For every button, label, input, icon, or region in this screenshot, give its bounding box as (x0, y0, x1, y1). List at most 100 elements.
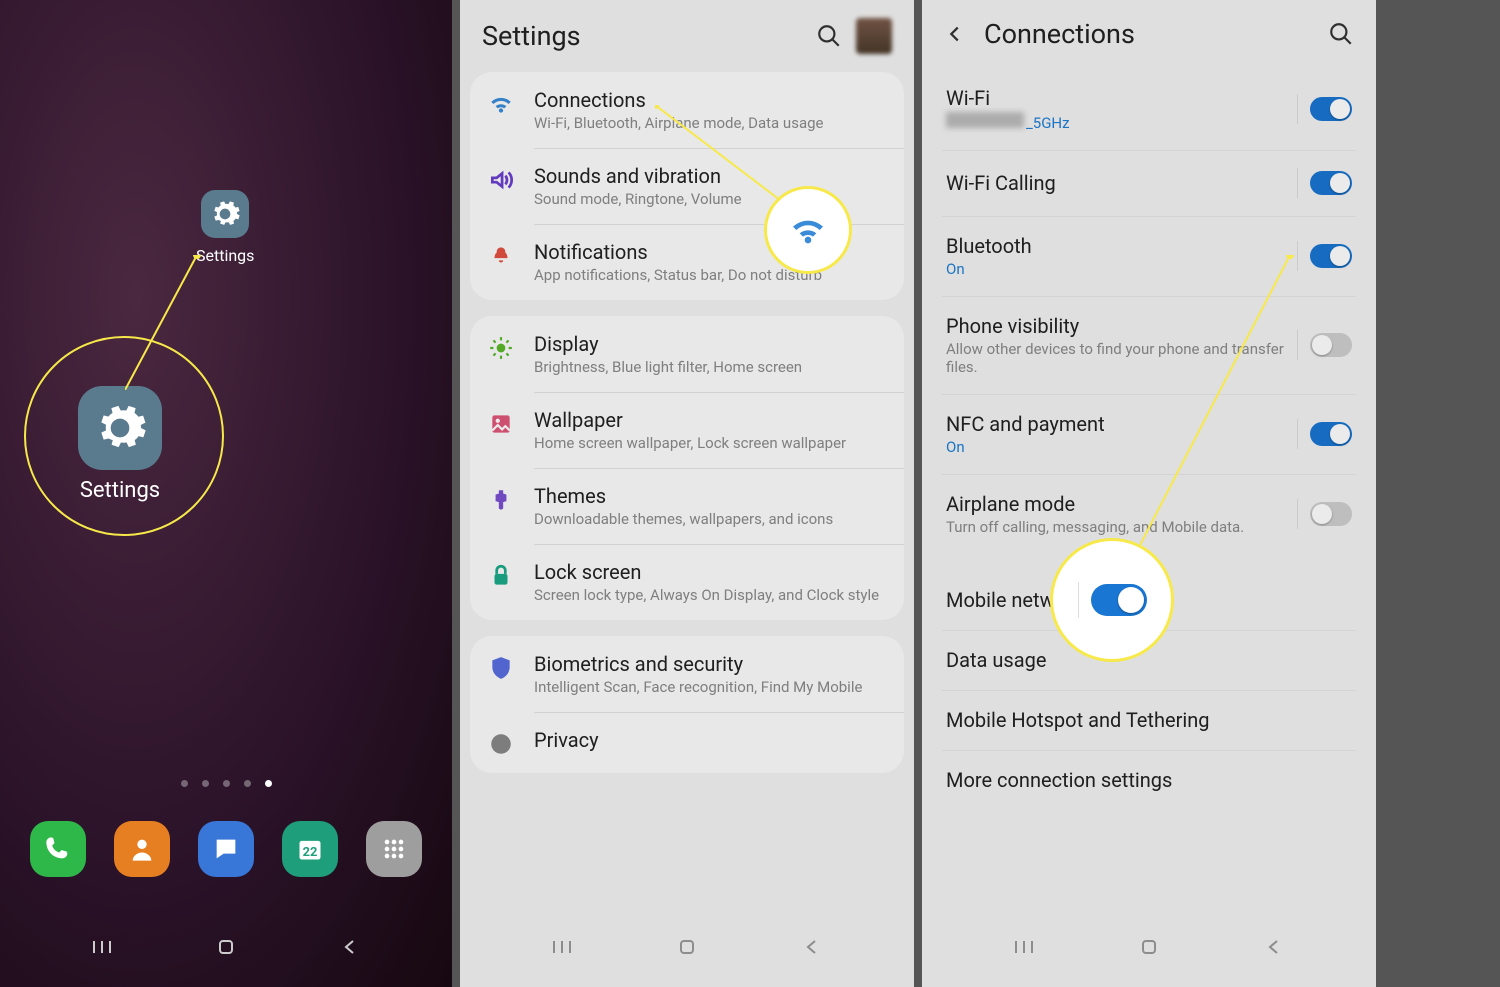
settings-app-icon-small[interactable]: Settings (196, 190, 254, 265)
row-subtitle: Downloadable themes, wallpapers, and ico… (534, 510, 833, 528)
connection-item[interactable]: Mobile Hotspot and Tethering (942, 690, 1356, 750)
connection-item[interactable]: Bluetooth On (942, 216, 1356, 296)
home-screen: Settings Settings 22 (0, 0, 452, 987)
settings-row[interactable]: Biometrics and securityIntelligent Scan,… (470, 636, 904, 712)
divider (1297, 94, 1298, 124)
settings-row[interactable]: ConnectionsWi-Fi, Bluetooth, Airplane mo… (470, 72, 904, 148)
page-title: Settings (482, 20, 802, 52)
connection-item[interactable]: More connection settings (942, 750, 1356, 810)
wallpaper-icon (488, 411, 514, 437)
toggle-switch[interactable] (1310, 244, 1352, 268)
item-subtitle: Turn off calling, messaging, and Mobile … (946, 518, 1285, 536)
home-button[interactable] (206, 927, 246, 967)
row-subtitle: Home screen wallpaper, Lock screen wallp… (534, 434, 846, 452)
row-title: Lock screen (534, 560, 879, 584)
privacy-icon (488, 731, 514, 757)
settings-groups: ConnectionsWi-Fi, Bluetooth, Airplane mo… (460, 72, 914, 863)
settings-group: Biometrics and securityIntelligent Scan,… (470, 636, 904, 773)
connections-header: Connections (922, 0, 1376, 68)
connection-item[interactable]: Mobile networks (942, 570, 1356, 630)
item-title: Wi-Fi (946, 86, 1285, 110)
recents-button[interactable] (82, 927, 122, 967)
phone-app-icon[interactable] (30, 821, 86, 877)
connection-item[interactable]: Phone visibilityAllow other devices to f… (942, 296, 1356, 394)
highlight-line (125, 255, 217, 390)
app-label: Settings (196, 246, 254, 265)
dock: 22 (0, 821, 452, 877)
messages-app-icon[interactable] (198, 821, 254, 877)
apps-drawer-icon[interactable] (366, 821, 422, 877)
settings-header: Settings (460, 0, 914, 72)
nav-bar (922, 927, 1376, 967)
back-button[interactable] (330, 927, 370, 967)
item-subtitle: _5GHz (946, 112, 1285, 132)
item-title: Bluetooth (946, 234, 1285, 258)
settings-row[interactable]: Wallpaper Home screen wallpaper, Lock scr… (470, 392, 904, 468)
divider (1297, 241, 1298, 271)
profile-avatar[interactable] (856, 18, 892, 54)
row-title: Sounds and vibration (534, 164, 742, 188)
item-title: Phone visibility (946, 314, 1285, 338)
back-icon[interactable] (944, 23, 966, 45)
page-indicator (0, 780, 452, 787)
notif-icon (488, 243, 514, 269)
settings-row[interactable]: Privacy (470, 712, 904, 773)
item-title: Wi-Fi Calling (946, 171, 1285, 195)
connections-screen: Connections Wi-Fi_5GHz Wi-Fi Calling Bluet… (922, 0, 1376, 987)
item-subtitle: On (946, 260, 1285, 278)
divider (1297, 168, 1298, 198)
toggle-switch[interactable] (1310, 171, 1352, 195)
row-subtitle: Brightness, Blue light filter, Home scre… (534, 358, 802, 376)
svg-text:22: 22 (303, 845, 318, 860)
row-title: Wallpaper (534, 408, 846, 432)
item-title: Airplane mode (946, 492, 1285, 516)
contacts-app-icon[interactable] (114, 821, 170, 877)
settings-row[interactable]: ThemesDownloadable themes, wallpapers, a… (470, 468, 904, 544)
calendar-app-icon[interactable]: 22 (282, 821, 338, 877)
toggle-switch[interactable] (1310, 502, 1352, 526)
wifi-icon (488, 91, 514, 117)
divider (1297, 499, 1298, 529)
item-title: Mobile networks (946, 588, 1352, 612)
settings-group: ConnectionsWi-Fi, Bluetooth, Airplane mo… (470, 72, 904, 300)
settings-row[interactable]: NotificationsApp notifications, Status b… (470, 224, 904, 300)
page-title: Connections (984, 18, 1310, 50)
row-subtitle: Screen lock type, Always On Display, and… (534, 586, 879, 604)
item-title: Mobile Hotspot and Tethering (946, 708, 1352, 732)
row-subtitle: Wi-Fi, Bluetooth, Airplane mode, Data us… (534, 114, 823, 132)
settings-row[interactable]: Lock screen Screen lock type, Always On D… (470, 544, 904, 620)
item-title: NFC and payment (946, 412, 1285, 436)
row-subtitle: Sound mode, Ringtone, Volume (534, 190, 742, 208)
home-button[interactable] (1129, 927, 1169, 967)
row-title: Biometrics and security (534, 652, 862, 676)
connection-item[interactable]: NFC and payment On (942, 394, 1356, 474)
divider (1297, 419, 1298, 449)
settings-row[interactable]: Sounds and vibration Sound mode, Ringtone… (470, 148, 904, 224)
connection-item[interactable]: Wi-Fi_5GHz (942, 68, 1356, 150)
connection-item[interactable]: Airplane mode Turn off calling, messaging… (942, 474, 1356, 554)
toggle-switch[interactable] (1310, 333, 1352, 357)
back-button[interactable] (1254, 927, 1294, 967)
settings-row[interactable]: Display Brightness, Blue light filter, Ho… (470, 316, 904, 392)
toggle-switch[interactable] (1310, 97, 1352, 121)
row-subtitle: App notifications, Status bar, Do not di… (534, 266, 822, 284)
recents-button[interactable] (542, 927, 582, 967)
item-title: Data usage (946, 648, 1352, 672)
app-label-zoom: Settings (80, 478, 160, 503)
back-button[interactable] (792, 927, 832, 967)
home-button[interactable] (667, 927, 707, 967)
search-icon[interactable] (816, 23, 842, 49)
security-icon (488, 655, 514, 681)
settings-app-icon-zoom: Settings (78, 386, 162, 503)
row-title: Display (534, 332, 802, 356)
recents-button[interactable] (1004, 927, 1044, 967)
connection-item[interactable]: Data usage (942, 630, 1356, 690)
connection-item[interactable]: Wi-Fi Calling (942, 150, 1356, 216)
display-icon (488, 335, 514, 361)
item-subtitle: Allow other devices to find your phone a… (946, 340, 1285, 376)
gear-icon (201, 190, 249, 238)
search-icon[interactable] (1328, 21, 1354, 47)
toggle-switch[interactable] (1310, 422, 1352, 446)
item-subtitle: On (946, 438, 1285, 456)
settings-group: Display Brightness, Blue light filter, Ho… (470, 316, 904, 620)
